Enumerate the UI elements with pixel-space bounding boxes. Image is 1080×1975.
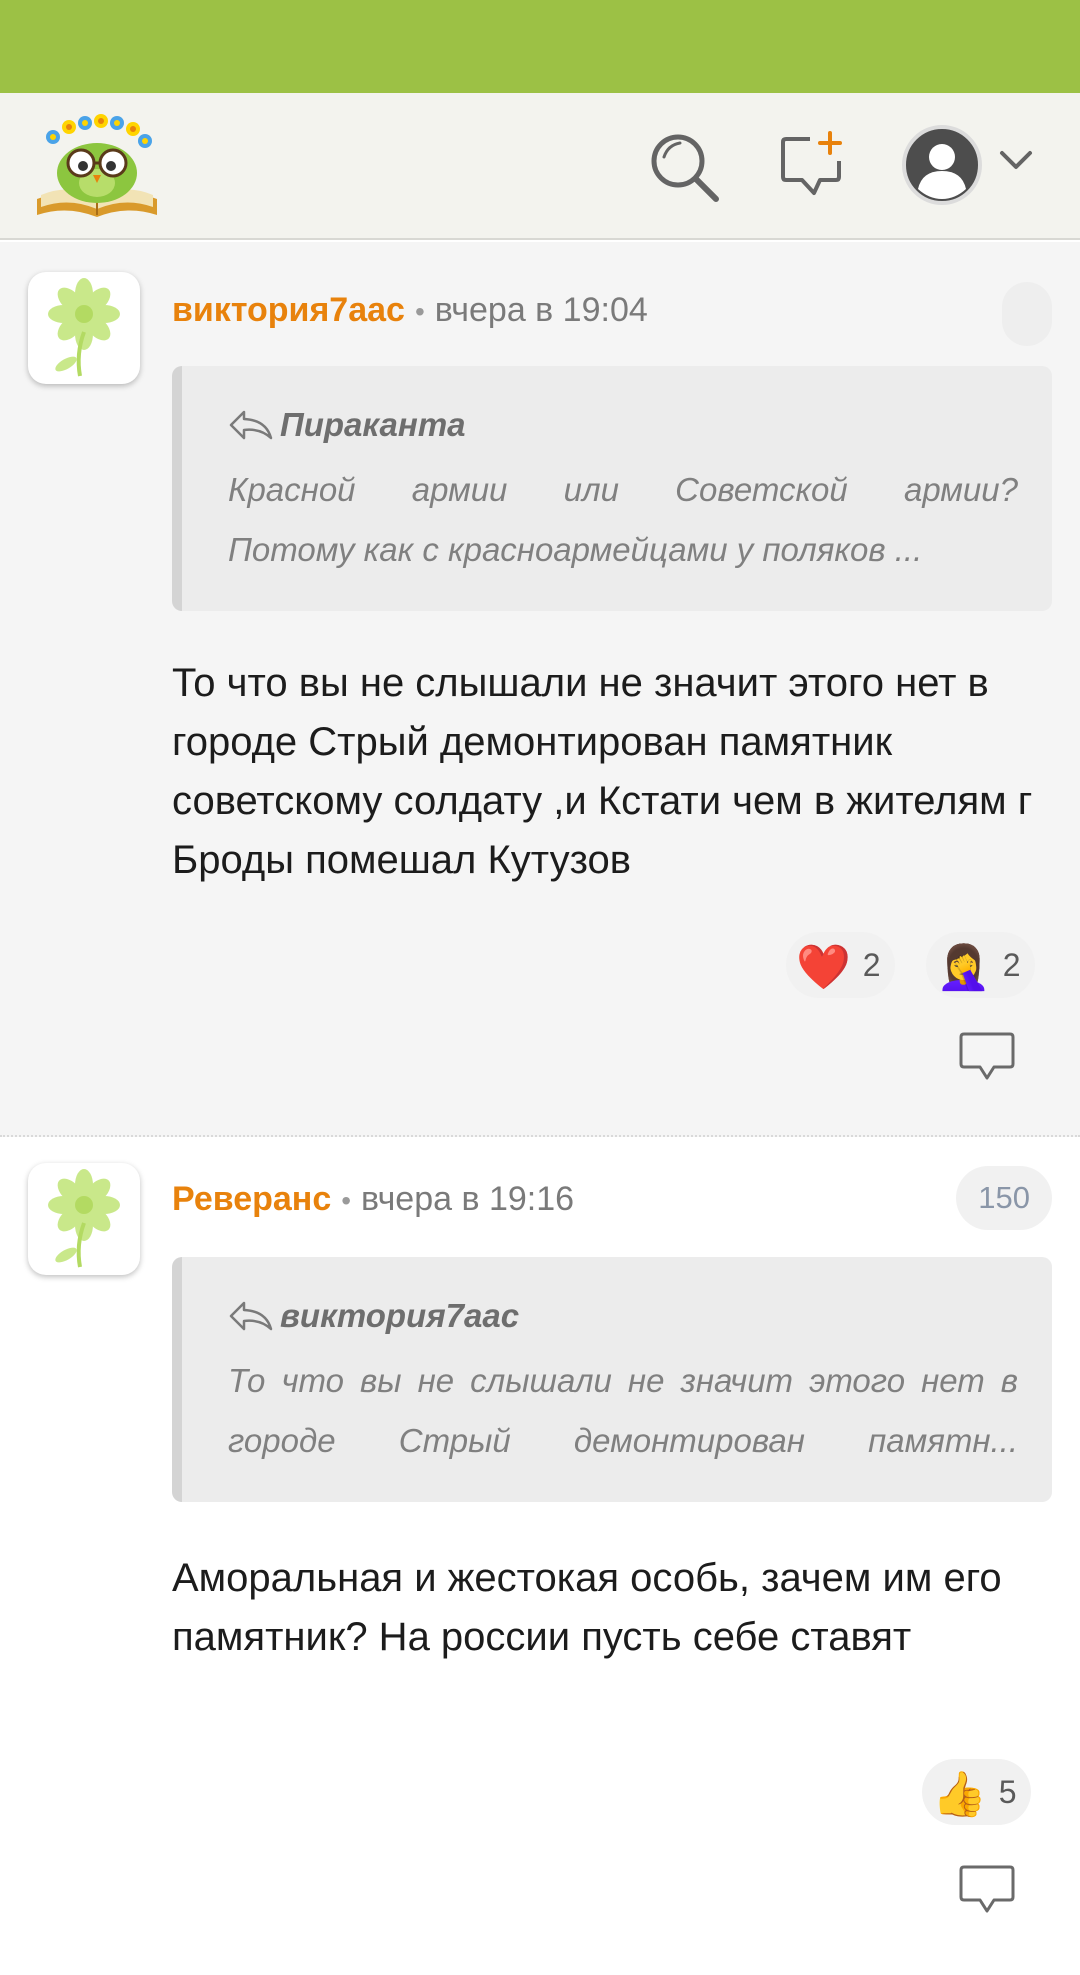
flower-avatar-icon bbox=[48, 278, 120, 377]
flower-avatar-icon bbox=[48, 1169, 120, 1268]
author-name[interactable]: Реверанс bbox=[172, 1180, 331, 1218]
quote-line: То что вы не слышали не значит этого нет… bbox=[228, 1362, 1018, 1399]
timestamp: вчера в 19:16 bbox=[361, 1180, 575, 1218]
heart-icon: ❤️ bbox=[796, 943, 851, 992]
reaction-count: 5 bbox=[998, 1774, 1017, 1810]
avatar[interactable] bbox=[28, 272, 140, 384]
comment-text: То что вы не слышали не значит этого нет… bbox=[172, 661, 1033, 882]
status-bar bbox=[0, 0, 1080, 93]
owl-logo-icon bbox=[37, 114, 157, 217]
app-header bbox=[0, 93, 1080, 240]
quote-line: городе Стрый демонтирован памятн... bbox=[228, 1422, 1018, 1459]
user-avatar-icon[interactable] bbox=[900, 123, 984, 212]
quote-author-name: виктория7аас bbox=[280, 1297, 520, 1334]
author-name[interactable]: виктория7аас bbox=[172, 291, 405, 329]
comment: Реверанс • вчера в 19:16 150 виктория7аас … bbox=[0, 1139, 1080, 1975]
quoted-message[interactable]: виктория7аас То что вы не слышали не зна… bbox=[172, 1257, 1052, 1502]
comment-meta: виктория7аас • вчера в 19:04 bbox=[172, 290, 648, 332]
quote-text: То что вы не слышали не значит этого нет… bbox=[228, 1351, 1018, 1471]
reply-comment-icon[interactable] bbox=[958, 1030, 1016, 1089]
reaction-thumbs-up[interactable]: 👍 5 bbox=[922, 1759, 1031, 1825]
quote-line: Потому как с красноармейцами у поляков .… bbox=[228, 531, 923, 568]
reaction-facepalm[interactable]: 🤦‍♀️ 2 bbox=[926, 932, 1035, 998]
quote-text: Красной армии или Советской армии? Потом… bbox=[228, 460, 1018, 580]
reply-arrow-icon bbox=[229, 1301, 273, 1331]
quote-author: виктория7аас bbox=[228, 1297, 519, 1335]
comment-meta: Реверанс • вчера в 19:16 bbox=[172, 1179, 574, 1221]
quote-author-name: Пираканта bbox=[280, 406, 466, 443]
search-icon[interactable] bbox=[648, 131, 720, 208]
comment-text: Аморальная и жестокая особь, зачем им ег… bbox=[172, 1556, 1002, 1659]
quote-line: Красной армии или Советской армии? bbox=[228, 471, 1018, 508]
quote-author: Пираканта bbox=[228, 406, 466, 444]
reaction-count: 2 bbox=[862, 947, 881, 983]
timestamp: вчера в 19:04 bbox=[434, 291, 648, 329]
comment: виктория7аас • вчера в 19:04 Пираканта Кра… bbox=[0, 242, 1080, 1137]
chevron-down-icon[interactable] bbox=[998, 148, 1034, 177]
site-logo[interactable] bbox=[33, 111, 161, 223]
rating-badge[interactable]: 150 bbox=[956, 1166, 1052, 1230]
quoted-message[interactable]: Пираканта Красной армии или Советской ар… bbox=[172, 366, 1052, 611]
reaction-heart[interactable]: ❤️ 2 bbox=[786, 932, 895, 998]
reaction-count: 2 bbox=[1002, 947, 1021, 983]
reply-arrow-icon bbox=[229, 410, 273, 440]
rating-badge[interactable] bbox=[1002, 282, 1052, 346]
separator-dot: • bbox=[341, 1185, 352, 1216]
new-message-plus-icon[interactable] bbox=[780, 131, 848, 204]
facepalm-icon: 🤦‍♀️ bbox=[936, 943, 991, 992]
thumbs-up-icon: 👍 bbox=[932, 1770, 987, 1819]
reply-comment-icon[interactable] bbox=[958, 1863, 1016, 1922]
separator-dot: • bbox=[414, 296, 425, 327]
avatar[interactable] bbox=[28, 1163, 140, 1275]
